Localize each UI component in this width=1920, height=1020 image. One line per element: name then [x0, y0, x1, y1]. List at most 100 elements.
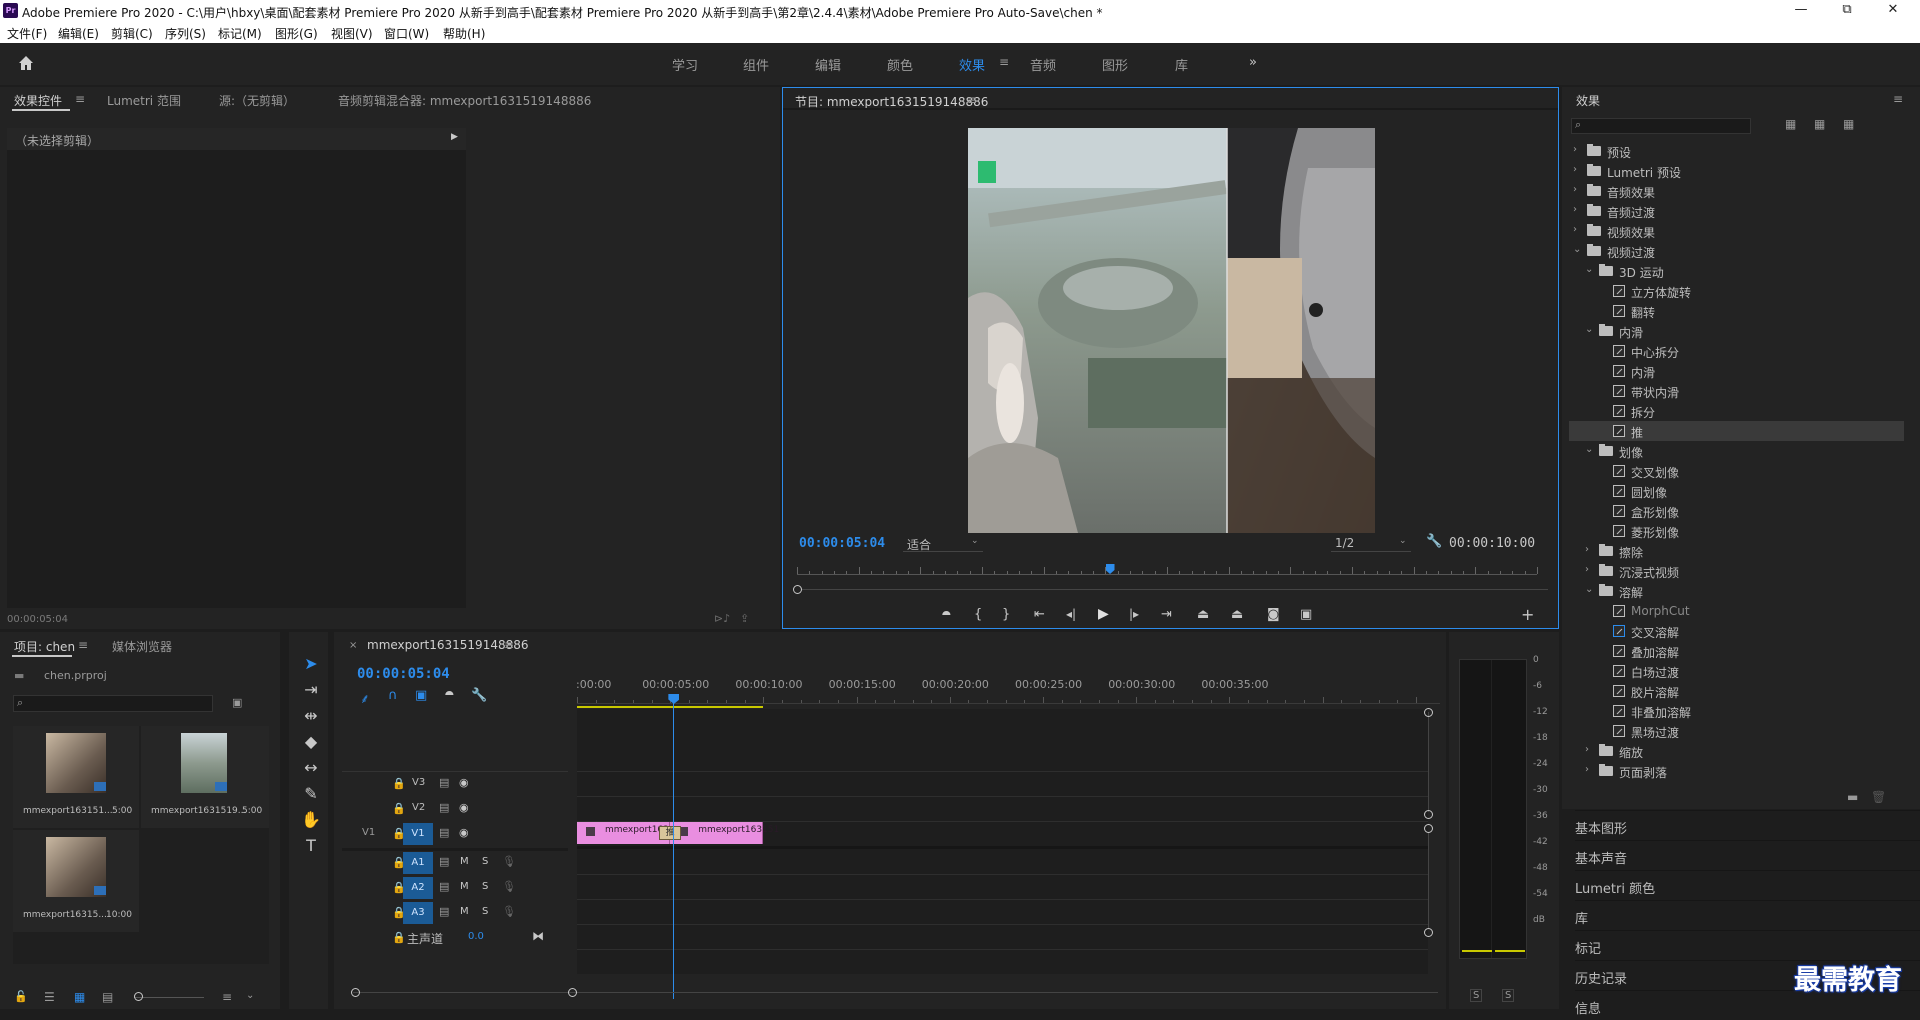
eye-icon[interactable]: ◉	[459, 826, 469, 839]
lock-icon[interactable]: 🔓	[14, 990, 28, 1003]
fit-dropdown[interactable]: 适合 ⌄	[903, 535, 983, 552]
solo-left-button[interactable]: S	[1470, 989, 1483, 1002]
sync-lock-icon[interactable]: ▤	[439, 855, 449, 868]
effect-item[interactable]: 交叉划像	[1569, 461, 1904, 481]
chevron-right-icon[interactable]: ›	[1573, 224, 1577, 235]
effect-folder[interactable]: ⌄ 划像	[1569, 441, 1904, 461]
sync-lock-icon[interactable]: ▤	[439, 880, 449, 893]
effects-search-input[interactable]: ⌕	[1571, 118, 1751, 134]
selection-tool-icon[interactable]: ➤	[296, 654, 326, 678]
master-volume-value[interactable]: 0.0	[468, 931, 484, 942]
video-clip[interactable]: mmexport163151	[577, 822, 686, 844]
effect-item[interactable]: 胶片溶解	[1569, 681, 1904, 701]
mute-button[interactable]: M	[460, 881, 469, 892]
workspace-color[interactable]: 颜色	[887, 55, 913, 74]
tab-source[interactable]: 源:（无剪辑）	[219, 92, 295, 109]
step-back-icon[interactable]: ◂|	[1066, 607, 1076, 621]
effects-menu-icon[interactable]: ≡	[1893, 92, 1903, 106]
chevron-right-icon[interactable]: ›	[1573, 204, 1577, 215]
chevron-right-icon[interactable]: ›	[1585, 744, 1589, 755]
menu-window[interactable]: 窗口(W)	[384, 25, 429, 42]
effect-item[interactable]: 盒形划像	[1569, 501, 1904, 521]
solo-button[interactable]: S	[482, 881, 488, 892]
workspace-libraries[interactable]: 库	[1175, 55, 1188, 74]
close-sequence-icon[interactable]: ×	[349, 640, 357, 651]
playhead-timecode[interactable]: 00:00:05:04	[799, 536, 885, 551]
icon-view-icon[interactable]: ▦	[74, 990, 85, 1004]
chevron-down-icon[interactable]: ⌄	[1585, 324, 1593, 335]
go-to-end-icon[interactable]: ⧓	[532, 929, 544, 943]
panel-libraries[interactable]: 库	[1575, 900, 1920, 930]
tab-project[interactable]: 项目: chen	[14, 638, 75, 655]
project-item[interactable]: mmexport1631519... 5:00	[141, 726, 269, 828]
eye-icon[interactable]: ◉	[459, 801, 469, 814]
timeline-track-area[interactable]: mmexport163151 mmexport163151 推	[577, 709, 1428, 974]
project-search-input[interactable]: ⌕	[13, 695, 213, 712]
menu-marker[interactable]: 标记(M)	[218, 25, 262, 42]
track-target-a2[interactable]: A2	[403, 877, 433, 899]
microphone-icon[interactable]: 🎙	[502, 855, 516, 868]
32bit-effects-icon[interactable]: ▦	[1814, 117, 1825, 131]
sync-lock-icon[interactable]: ▤	[439, 776, 449, 789]
project-item[interactable]: mmexport16315... 10:00	[13, 830, 139, 932]
effect-item[interactable]: 立方体旋转	[1569, 281, 1904, 301]
zoom-right-handle[interactable]	[568, 988, 577, 997]
menu-clip[interactable]: 剪辑(C)	[111, 25, 153, 42]
sync-lock-icon[interactable]: ▤	[439, 801, 449, 814]
effect-folder[interactable]: › 音频过渡	[1569, 201, 1904, 221]
tab-audio-clip-mixer[interactable]: 音频剪辑混合器: mmexport1631519148886	[338, 92, 591, 109]
type-tool-icon[interactable]: T	[296, 836, 326, 860]
effect-folder[interactable]: ⌄ 溶解	[1569, 581, 1904, 601]
snap-icon[interactable]: ∩	[388, 688, 398, 703]
freeform-view-icon[interactable]: ▤	[102, 990, 113, 1004]
timeline-playhead[interactable]	[668, 694, 681, 999]
razor-tool-icon[interactable]: ◆	[296, 732, 326, 756]
extract-icon[interactable]: ⏏	[1231, 607, 1243, 622]
video-clip[interactable]: mmexport163151	[670, 822, 779, 844]
menu-file[interactable]: 文件(F)	[7, 25, 47, 42]
export-frame-camera-icon[interactable]: ◙	[1267, 607, 1280, 622]
chevron-right-icon[interactable]: ›	[1585, 544, 1589, 555]
program-scrub-bar[interactable]	[797, 564, 1538, 578]
chevron-down-icon[interactable]: ⌄	[1573, 244, 1581, 255]
timeline-timecode[interactable]: 00:00:05:04	[357, 666, 450, 682]
sync-lock-icon[interactable]: ▤	[439, 826, 449, 839]
lift-icon[interactable]: ⏏	[1197, 607, 1209, 622]
effect-folder[interactable]: › 页面剥落	[1569, 761, 1904, 781]
delete-icon[interactable]: 🗑	[1871, 790, 1886, 804]
slip-tool-icon[interactable]: ↔	[296, 758, 326, 782]
go-to-in-icon[interactable]: ⇤	[1034, 607, 1045, 622]
effect-item[interactable]: 非叠加溶解	[1569, 701, 1904, 721]
more-workspaces-icon[interactable]: »	[1249, 55, 1257, 70]
lock-track-icon[interactable]: 🔒	[392, 931, 406, 944]
close-button[interactable]: ✕	[1878, 2, 1908, 17]
hand-tool-icon[interactable]: ✋	[296, 810, 326, 834]
chevron-down-icon[interactable]: ⌄	[246, 990, 254, 1001]
workspace-assembly[interactable]: 组件	[743, 55, 769, 74]
step-forward-icon[interactable]: |▸	[1129, 607, 1139, 621]
effect-item[interactable]: 拆分	[1569, 401, 1904, 421]
microphone-icon[interactable]: 🎙	[502, 880, 516, 893]
menu-sequence[interactable]: 序列(S)	[165, 25, 206, 42]
nest-icon[interactable]: ⸙	[360, 689, 370, 707]
effect-folder[interactable]: › 擦除	[1569, 541, 1904, 561]
minimize-button[interactable]: —	[1786, 2, 1816, 17]
zoom-handle-left[interactable]	[793, 585, 802, 594]
add-marker-icon[interactable]: ⯊	[445, 689, 454, 703]
mark-out-icon[interactable]: }	[1002, 607, 1010, 622]
program-menu-icon[interactable]: ≡	[967, 93, 977, 107]
solo-button[interactable]: S	[482, 906, 488, 917]
panel-markers[interactable]: 标记	[1575, 930, 1920, 960]
home-icon[interactable]	[17, 54, 35, 72]
menu-graphics[interactable]: 图形(G)	[275, 25, 318, 42]
chevron-down-icon[interactable]: ⌄	[1585, 444, 1593, 455]
effect-folder[interactable]: › 视频效果	[1569, 221, 1904, 241]
project-item[interactable]: mmexport163151... 5:00	[13, 726, 139, 828]
video-scroll-bottom-handle[interactable]	[1424, 810, 1433, 819]
chevron-right-icon[interactable]: ›	[1573, 164, 1577, 175]
effect-item[interactable]: 圆划像	[1569, 481, 1904, 501]
effect-item[interactable]: 白场过渡	[1569, 661, 1904, 681]
menu-view[interactable]: 视图(V)	[331, 25, 373, 42]
workspace-audio[interactable]: 音频	[1030, 55, 1056, 74]
workspace-menu-icon[interactable]: ≡	[999, 55, 1009, 69]
